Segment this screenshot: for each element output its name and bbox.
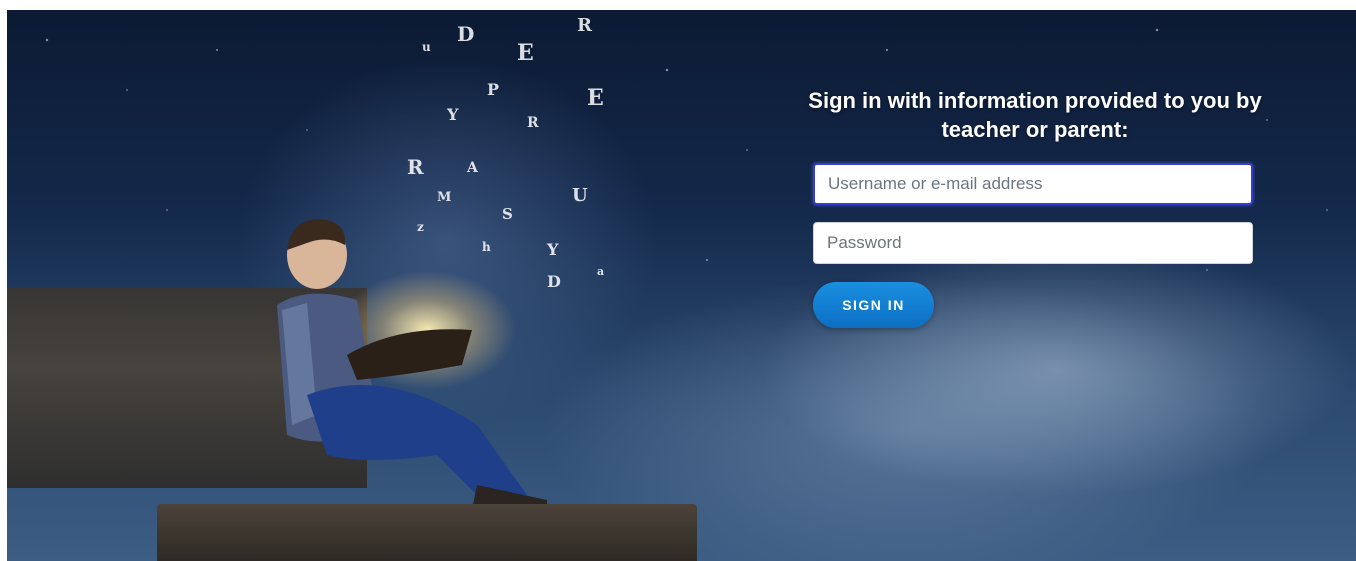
sign-in-button[interactable]: SIGN IN xyxy=(813,282,934,328)
boy-reading-book-illustration xyxy=(277,219,547,510)
login-panel: Sign in with information provided to you… xyxy=(795,86,1275,328)
password-input[interactable] xyxy=(813,222,1253,264)
login-title: Sign in with information provided to you… xyxy=(808,88,1262,142)
wooden-plank xyxy=(157,504,697,561)
username-input[interactable] xyxy=(813,163,1253,205)
